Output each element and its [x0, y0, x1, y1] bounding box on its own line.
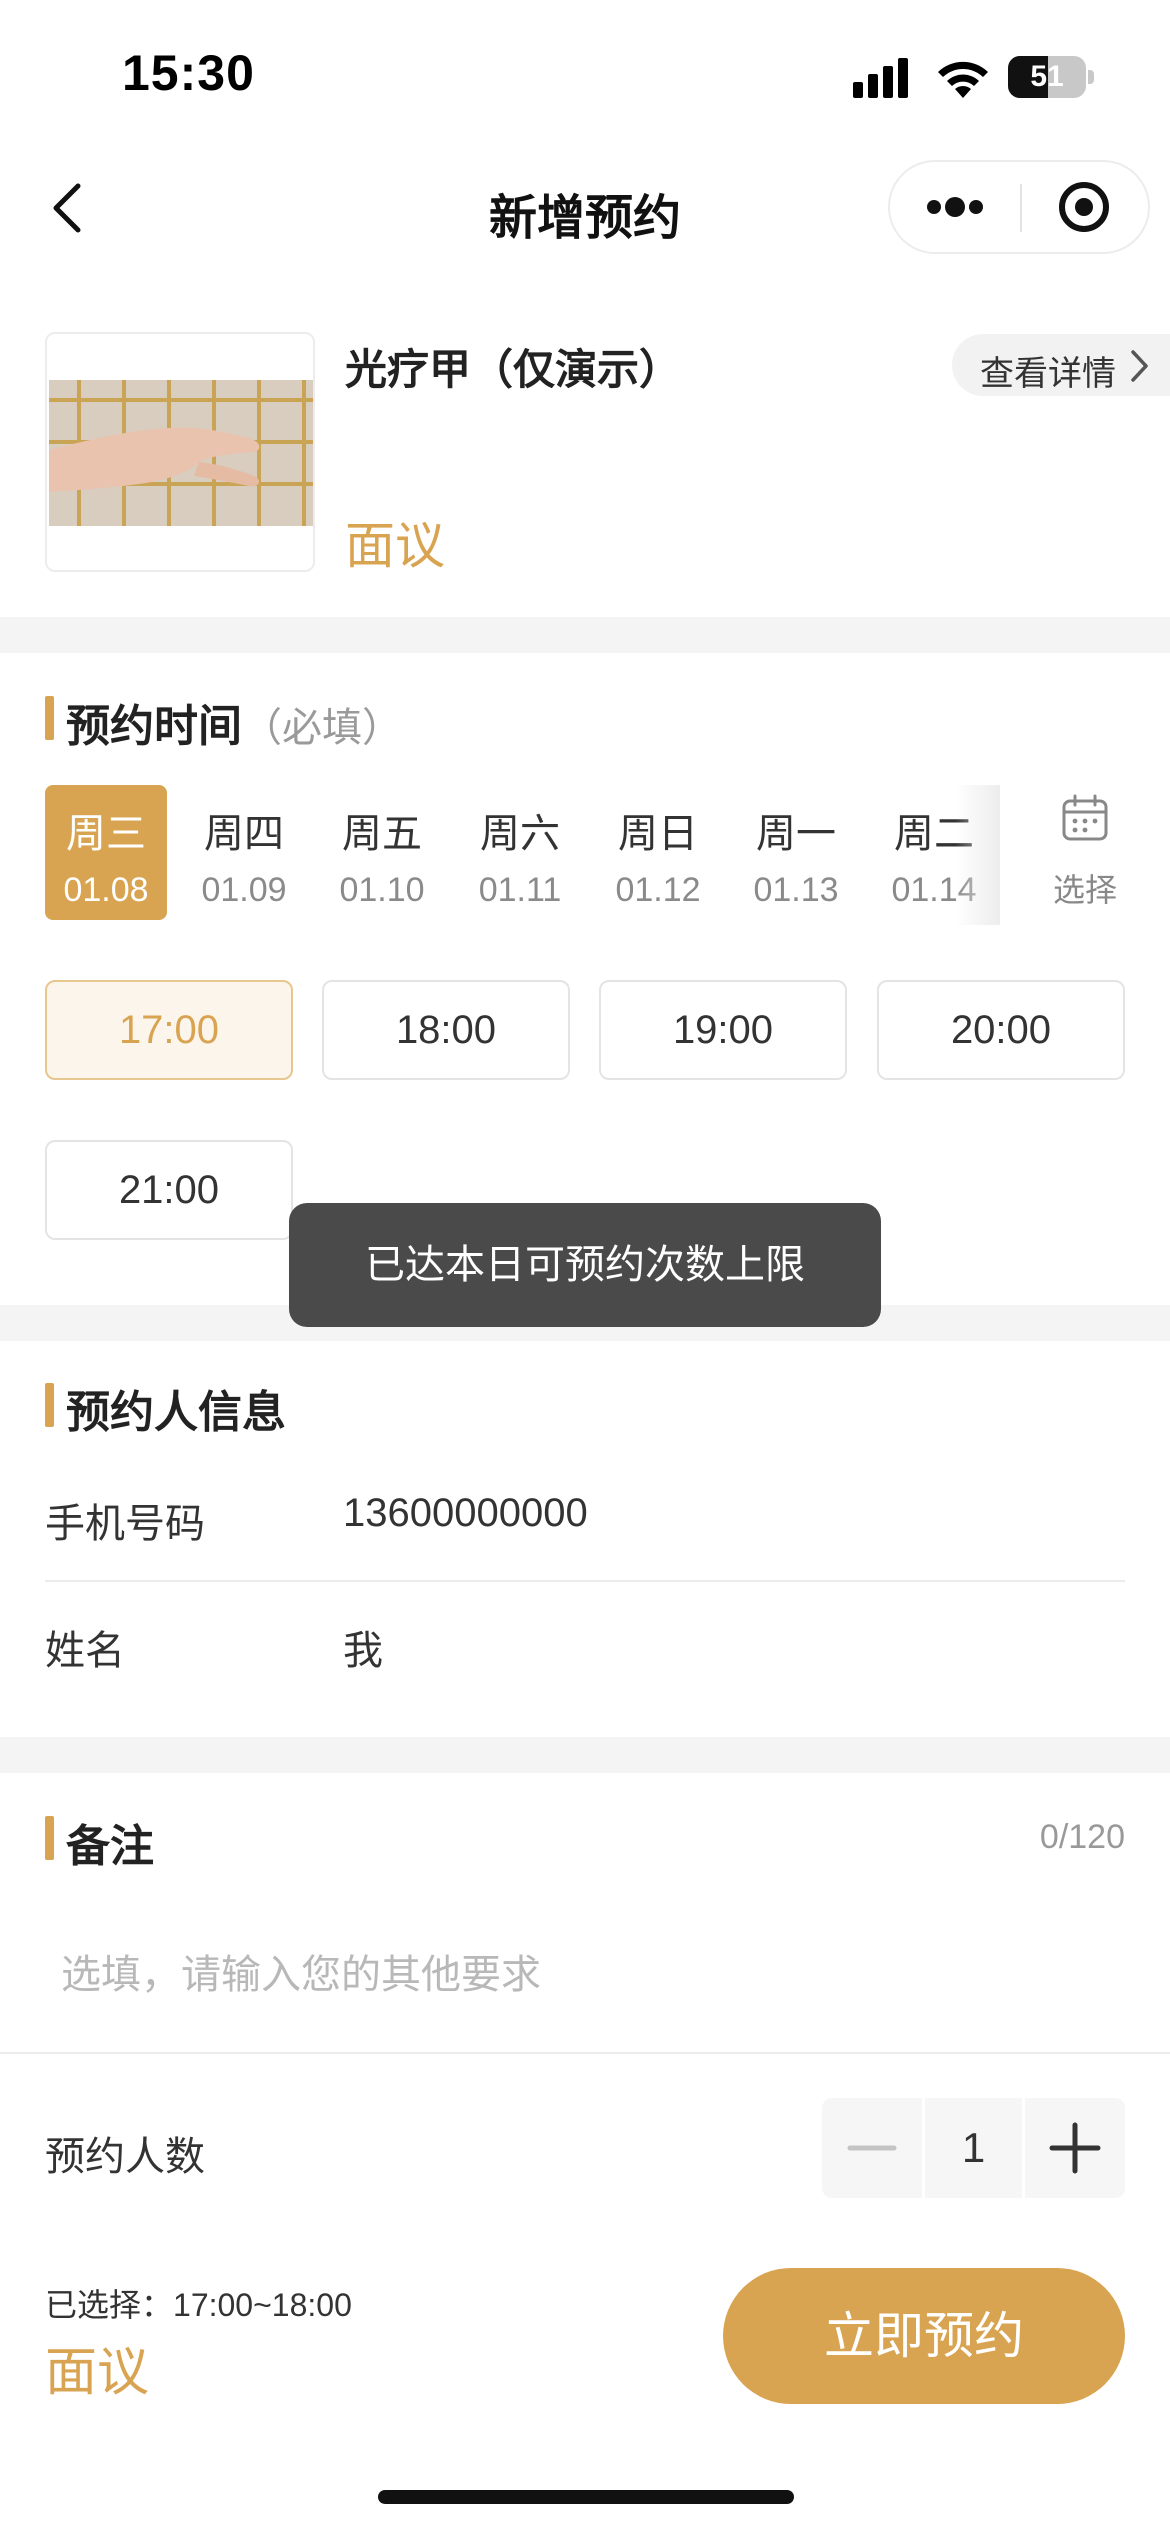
- product-name: 光疗甲（仅演示）: [345, 345, 682, 394]
- selected-time-range: 17:00~18:00: [173, 2287, 352, 2323]
- footer-price: 面议: [45, 2343, 150, 2403]
- date-weekday: 周三: [66, 811, 146, 857]
- date-picker-label: 选择: [1052, 871, 1117, 909]
- booker-info-title: 预约人信息: [66, 1387, 286, 1438]
- appointment-time-label: 预约时间: [66, 701, 242, 752]
- book-now-button[interactable]: 立即预约: [723, 2268, 1125, 2404]
- plus-icon: [1049, 2122, 1101, 2174]
- selected-label: 已选择：: [45, 2287, 174, 2323]
- mini-program-capsule: [888, 160, 1150, 254]
- battery-icon: 51: [1008, 56, 1094, 98]
- calendar-icon: [1062, 794, 1108, 841]
- section-accent-bar: [45, 696, 54, 740]
- date-day: 01.10: [339, 871, 425, 909]
- more-icon[interactable]: [890, 162, 1020, 252]
- party-size-stepper: 1: [822, 2098, 1125, 2198]
- section-gap: [0, 1737, 1170, 1773]
- phone-value: 13600000000: [343, 1491, 588, 1535]
- date-weekday: 周四: [204, 811, 284, 857]
- section-accent-bar: [45, 1383, 54, 1427]
- wifi-icon: [938, 61, 988, 98]
- home-indicator: [378, 2490, 794, 2504]
- status-bar: 15:30 51: [0, 0, 1170, 140]
- remark-input[interactable]: [45, 1930, 1125, 2020]
- date-weekday: 周五: [342, 811, 422, 857]
- date-day: 01.12: [615, 871, 701, 909]
- time-slot[interactable]: 20:00: [877, 980, 1125, 1080]
- date-tab[interactable]: 周四 01.09: [183, 785, 305, 920]
- date-picker-button[interactable]: 选择: [1020, 793, 1150, 923]
- battery-percent: 51: [1030, 60, 1064, 93]
- date-day: 01.11: [478, 871, 562, 909]
- divider: [0, 2052, 1170, 2054]
- toast-message: 已达本日可预约次数上限: [289, 1203, 881, 1327]
- view-details-label: 查看详情: [980, 354, 1116, 394]
- chevron-right-icon: [1131, 350, 1148, 382]
- party-size-label: 预约人数: [45, 2134, 205, 2180]
- phone-label: 手机号码: [45, 1501, 205, 1547]
- date-tab[interactable]: 周一 01.13: [735, 785, 857, 920]
- name-row: 姓名 我: [45, 1582, 1125, 1708]
- appointment-time-title: 预约时间（必填）: [66, 690, 402, 754]
- required-hint: （必填）: [242, 705, 402, 751]
- name-value: 我: [343, 1629, 383, 1673]
- date-scroll-fade: [955, 785, 1000, 925]
- phone-row: 手机号码 13600000000: [45, 1455, 1125, 1581]
- section-gap: [0, 617, 1170, 653]
- cellular-signal-icon: [853, 58, 908, 98]
- date-day: 01.13: [753, 871, 839, 909]
- time-slot[interactable]: 17:00: [45, 980, 293, 1080]
- remark-char-count: 0/120: [1039, 1818, 1125, 1856]
- date-tab[interactable]: 周三 01.08: [45, 785, 167, 920]
- decrease-button[interactable]: [822, 2098, 922, 2198]
- date-weekday: 周日: [618, 811, 698, 857]
- date-weekday: 周六: [480, 811, 560, 857]
- product-price: 面议: [345, 517, 445, 575]
- increase-button[interactable]: [1025, 2098, 1125, 2198]
- date-weekday: 周一: [756, 811, 836, 857]
- view-details-button[interactable]: 查看详情: [952, 334, 1170, 396]
- selected-summary: 已选择：17:00~18:00: [45, 2280, 352, 2326]
- remark-title: 备注: [66, 1821, 154, 1872]
- status-time: 15:30: [122, 45, 255, 101]
- time-slot[interactable]: 18:00: [322, 980, 570, 1080]
- close-target-icon[interactable]: [1022, 162, 1150, 252]
- date-tab[interactable]: 周日 01.12: [597, 785, 719, 920]
- time-slot[interactable]: 19:00: [599, 980, 847, 1080]
- date-tab[interactable]: 周五 01.10: [321, 785, 443, 920]
- date-day: 01.08: [63, 871, 149, 909]
- time-slot[interactable]: 21:00: [45, 1140, 293, 1240]
- party-size-value[interactable]: 1: [925, 2098, 1022, 2198]
- nav-bar: 新增预约: [0, 140, 1170, 275]
- section-accent-bar: [45, 1816, 54, 1860]
- date-tab[interactable]: 周六 01.11: [459, 785, 581, 920]
- product-image: [45, 332, 315, 572]
- minus-icon: [847, 2145, 897, 2151]
- date-day: 01.09: [201, 871, 287, 909]
- name-label: 姓名: [45, 1628, 125, 1674]
- date-tabs: 周三 01.08 周四 01.09 周五 01.10 周六 01.11 周日 0…: [0, 785, 1170, 925]
- product-card: 光疗甲（仅演示） 面议 查看详情: [0, 320, 1170, 610]
